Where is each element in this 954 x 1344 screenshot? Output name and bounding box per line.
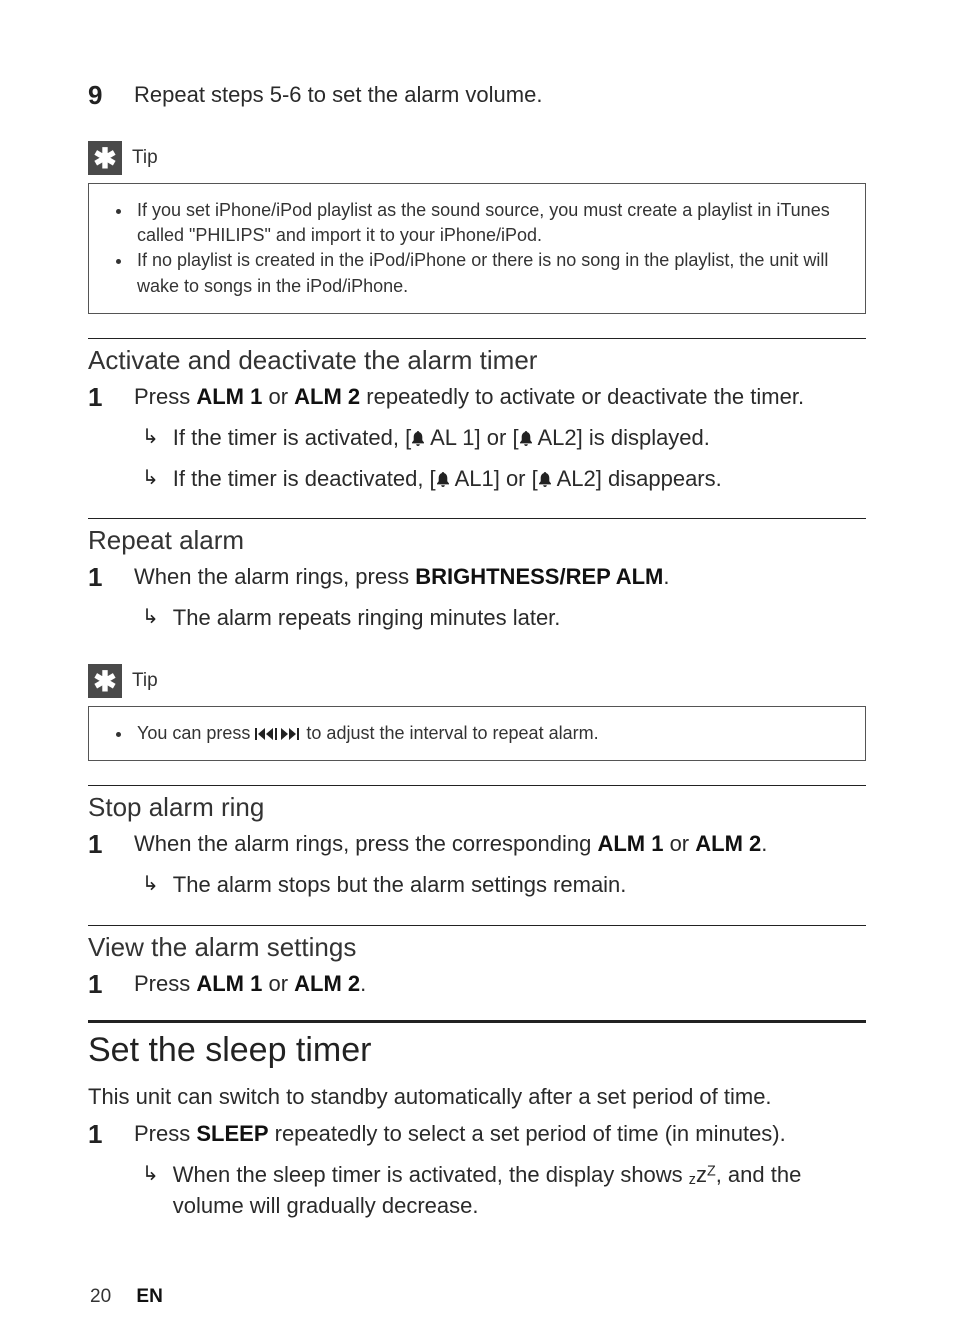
arrow-icon: ↳ bbox=[142, 603, 159, 631]
divider-thick bbox=[88, 1020, 866, 1023]
prev-next-icon bbox=[255, 723, 301, 743]
t: AL2] disappears. bbox=[552, 466, 722, 491]
button-label: ALM 1 bbox=[196, 384, 262, 409]
intro-text: This unit can switch to standby automati… bbox=[88, 1082, 866, 1113]
language-code: EN bbox=[136, 1286, 162, 1307]
text: or bbox=[663, 831, 695, 856]
t: AL1] or [ bbox=[450, 466, 538, 491]
step-text: Press ALM 1 or ALM 2 repeatedly to activ… bbox=[134, 382, 866, 412]
text: If the timer is deactivated, [ AL1] or [… bbox=[173, 464, 866, 495]
button-label: BRIGHTNESS/REP ALM bbox=[415, 564, 663, 589]
activate-step-1: 1 Press ALM 1 or ALM 2 repeatedly to act… bbox=[88, 382, 866, 413]
manual-page: 9 Repeat steps 5-6 to set the alarm volu… bbox=[0, 0, 954, 1344]
step-text: When the alarm rings, press the correspo… bbox=[134, 829, 866, 859]
text: repeatedly to select a set period of tim… bbox=[269, 1121, 786, 1146]
arrow-icon: ↳ bbox=[142, 870, 159, 898]
text: to adjust the interval to repeat alarm. bbox=[301, 723, 598, 743]
tip-box: If you set iPhone/iPod playlist as the s… bbox=[88, 183, 866, 314]
asterisk-icon: ✱ bbox=[88, 141, 122, 175]
result-line: ↳ The alarm stops but the alarm settings… bbox=[142, 870, 866, 901]
text: or bbox=[262, 971, 294, 996]
text: When the alarm rings, press bbox=[134, 564, 415, 589]
t: AL2] is displayed. bbox=[533, 425, 710, 450]
tip-item: You can press to adjust the interval to … bbox=[133, 721, 851, 746]
arrow-icon: ↳ bbox=[142, 1160, 159, 1188]
text: The alarm repeats ringing minutes later. bbox=[173, 603, 866, 634]
t: AL 1] or [ bbox=[425, 425, 518, 450]
result-line: ↳ If the timer is activated, [ AL 1] or … bbox=[142, 423, 866, 454]
button-label: ALM 1 bbox=[597, 831, 663, 856]
arrow-icon: ↳ bbox=[142, 423, 159, 451]
text: Press bbox=[134, 384, 196, 409]
step-9: 9 Repeat steps 5-6 to set the alarm volu… bbox=[88, 80, 866, 111]
arrow-icon: ↳ bbox=[142, 464, 159, 492]
t: When the sleep timer is activated, the d… bbox=[173, 1162, 689, 1187]
tip-item: If no playlist is created in the iPod/iP… bbox=[133, 248, 851, 298]
t: If the timer is deactivated, [ bbox=[173, 466, 436, 491]
divider bbox=[88, 785, 866, 786]
stop-step-1: 1 When the alarm rings, press the corres… bbox=[88, 829, 866, 860]
button-label: ALM 2 bbox=[294, 384, 360, 409]
divider bbox=[88, 518, 866, 519]
step-number: 1 bbox=[88, 382, 134, 413]
text: Press bbox=[134, 1121, 196, 1146]
section-heading: Repeat alarm bbox=[88, 525, 866, 556]
bell-icon bbox=[436, 472, 450, 488]
step-text: Repeat steps 5-6 to set the alarm volume… bbox=[134, 80, 866, 110]
step-number: 9 bbox=[88, 80, 134, 111]
bell-icon bbox=[538, 472, 552, 488]
tip-label: Tip bbox=[132, 147, 158, 169]
tip-header: ✱ Tip bbox=[88, 141, 866, 175]
text: When the sleep timer is activated, the d… bbox=[173, 1160, 866, 1222]
text: . bbox=[663, 564, 669, 589]
bell-icon bbox=[519, 431, 533, 447]
text: The alarm stops but the alarm settings r… bbox=[173, 870, 866, 901]
page-footer: 20 EN bbox=[90, 1286, 163, 1308]
section-heading: Stop alarm ring bbox=[88, 792, 866, 823]
t: If the timer is activated, [ bbox=[173, 425, 411, 450]
text: . bbox=[360, 971, 366, 996]
step-text: Press SLEEP repeatedly to select a set p… bbox=[134, 1119, 866, 1149]
step-number: 1 bbox=[88, 829, 134, 860]
button-label: ALM 1 bbox=[196, 971, 262, 996]
step-number: 1 bbox=[88, 969, 134, 1000]
tip-header: ✱ Tip bbox=[88, 664, 866, 698]
sleep-icon: zzZ bbox=[689, 1162, 716, 1187]
step-number: 1 bbox=[88, 1119, 134, 1150]
page-number: 20 bbox=[90, 1286, 111, 1307]
bell-icon bbox=[411, 431, 425, 447]
text: repeatedly to activate or deactivate the… bbox=[360, 384, 804, 409]
view-step-1: 1 Press ALM 1 or ALM 2. bbox=[88, 969, 866, 1000]
asterisk-glyph: ✱ bbox=[93, 142, 116, 175]
text: Press bbox=[134, 971, 196, 996]
section-heading: Activate and deactivate the alarm timer bbox=[88, 345, 866, 376]
step-text: When the alarm rings, press BRIGHTNESS/R… bbox=[134, 562, 866, 592]
text: . bbox=[761, 831, 767, 856]
step-text: Press ALM 1 or ALM 2. bbox=[134, 969, 866, 999]
result-line: ↳ When the sleep timer is activated, the… bbox=[142, 1160, 866, 1222]
asterisk-icon: ✱ bbox=[88, 664, 122, 698]
text: You can press bbox=[137, 723, 255, 743]
text: If the timer is activated, [ AL 1] or [ … bbox=[173, 423, 866, 454]
section-heading: View the alarm settings bbox=[88, 932, 866, 963]
button-label: ALM 2 bbox=[294, 971, 360, 996]
divider bbox=[88, 338, 866, 339]
tip-box: You can press to adjust the interval to … bbox=[88, 706, 866, 761]
asterisk-glyph: ✱ bbox=[93, 665, 116, 698]
section-heading-main: Set the sleep timer bbox=[88, 1031, 866, 1070]
repeat-step-1: 1 When the alarm rings, press BRIGHTNESS… bbox=[88, 562, 866, 593]
sleep-step-1: 1 Press SLEEP repeatedly to select a set… bbox=[88, 1119, 866, 1150]
button-label: SLEEP bbox=[196, 1121, 268, 1146]
result-line: ↳ The alarm repeats ringing minutes late… bbox=[142, 603, 866, 634]
button-label: ALM 2 bbox=[695, 831, 761, 856]
tip-label: Tip bbox=[132, 670, 158, 692]
divider bbox=[88, 925, 866, 926]
step-number: 1 bbox=[88, 562, 134, 593]
text: When the alarm rings, press the correspo… bbox=[134, 831, 597, 856]
text: or bbox=[262, 384, 294, 409]
result-line: ↳ If the timer is deactivated, [ AL1] or… bbox=[142, 464, 866, 495]
tip-item: If you set iPhone/iPod playlist as the s… bbox=[133, 198, 851, 248]
